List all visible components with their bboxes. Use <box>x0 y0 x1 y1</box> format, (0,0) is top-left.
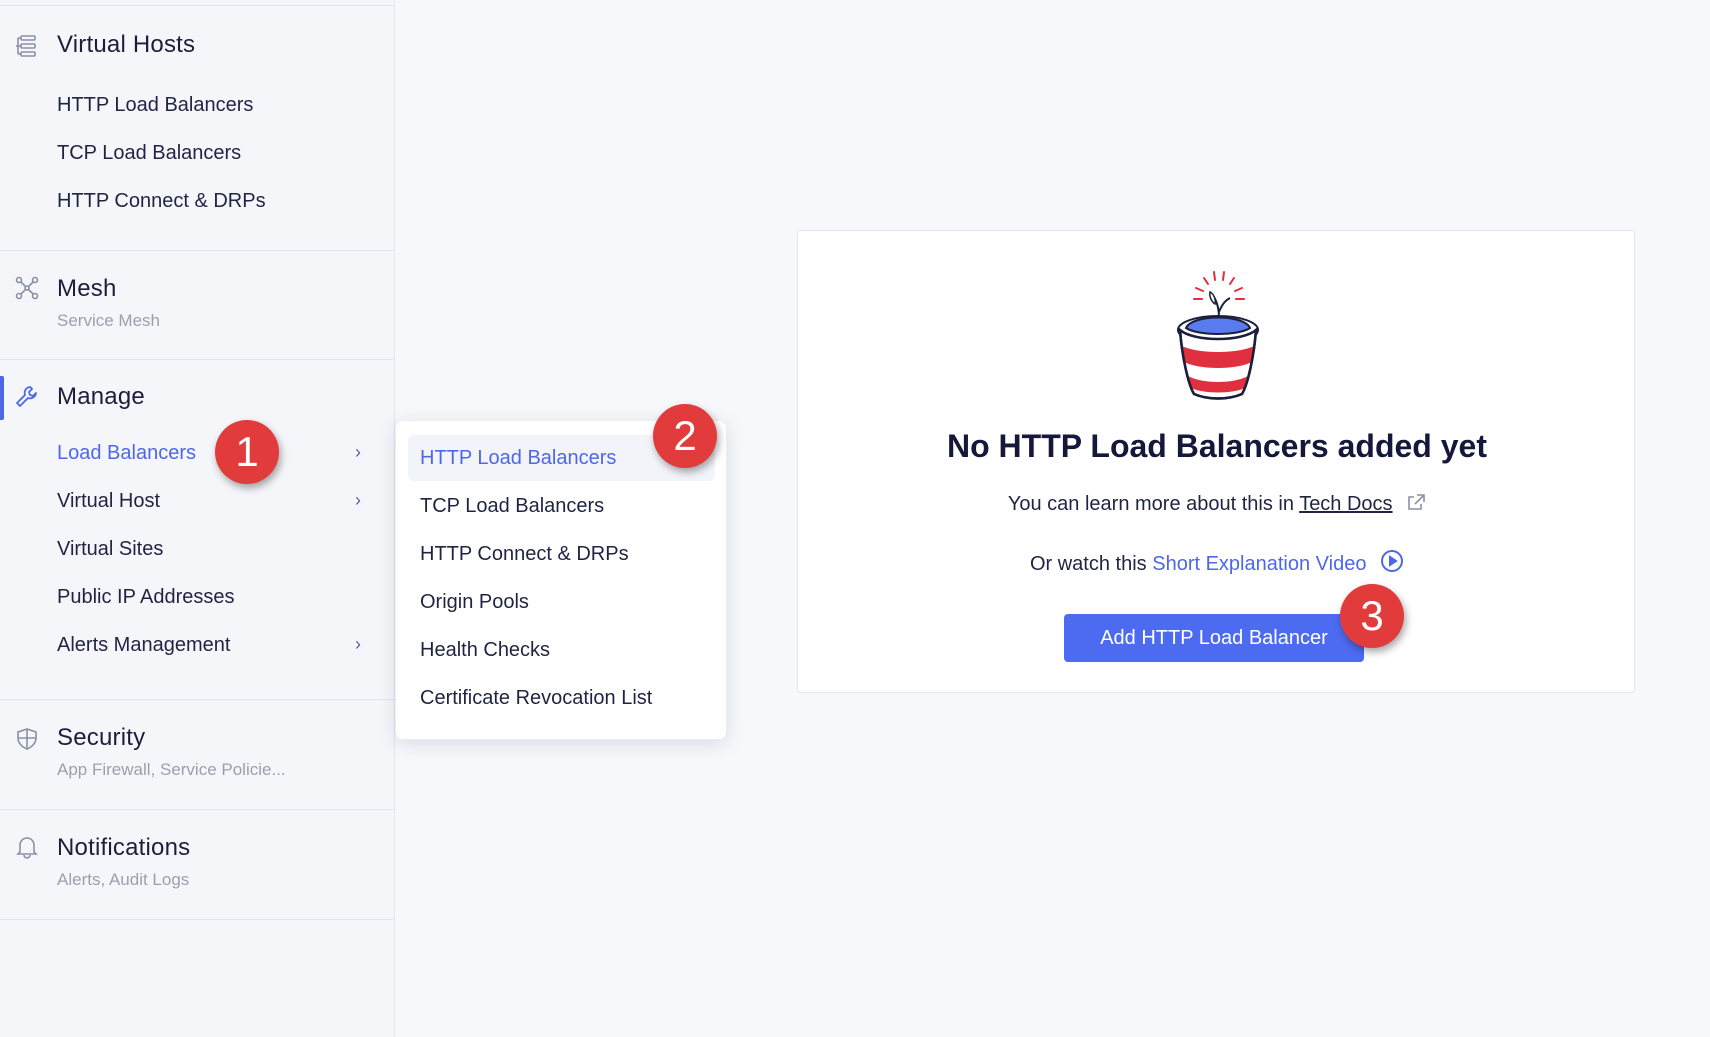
section-title-mesh: Mesh <box>57 275 117 302</box>
submenu-item-health-checks[interactable]: Health Checks <box>408 627 715 673</box>
sidebar-item-http-load-balancers[interactable]: HTTP Load Balancers <box>57 94 253 117</box>
wrench-icon <box>16 386 37 407</box>
plant-pot-illustration <box>1177 271 1259 400</box>
section-title-manage[interactable]: Manage <box>57 383 145 411</box>
sidebar-item-public-ip-addresses[interactable]: Public IP Addresses <box>57 586 235 609</box>
bell-icon <box>16 837 38 859</box>
mesh-icon <box>15 276 39 300</box>
callout-badge-1: 1 <box>215 420 279 484</box>
section-mesh[interactable]: Mesh Service Mesh <box>0 251 394 360</box>
empty-state-title: No HTTP Load Balancers added yet <box>947 428 1487 464</box>
section-security[interactable]: Security App Firewall, Service Policie..… <box>0 700 394 810</box>
active-indicator <box>0 376 4 420</box>
shield-icon <box>17 728 37 750</box>
chevron-right-icon[interactable]: › <box>355 634 361 655</box>
virtual-hosts-icon <box>16 35 36 57</box>
learn-more-text: You can learn more about this in Tech Do… <box>798 493 1636 516</box>
section-subtitle-notifications: Alerts, Audit Logs <box>57 870 190 889</box>
chevron-right-icon[interactable]: › <box>355 442 361 463</box>
add-http-load-balancer-button[interactable]: Add HTTP Load Balancer <box>1064 614 1364 662</box>
callout-badge-3: 3 <box>1340 584 1404 648</box>
submenu-item-certificate-revocation-list[interactable]: Certificate Revocation List <box>408 675 715 721</box>
explanation-video-link[interactable]: Short Explanation Video <box>1152 553 1366 575</box>
sidebar-item-load-balancers[interactable]: Load Balancers <box>57 442 196 465</box>
load-balancers-submenu: HTTP Load Balancers TCP Load Balancers H… <box>395 420 727 740</box>
section-title-notifications: Notifications <box>57 834 191 861</box>
sidebar-item-tcp-load-balancers[interactable]: TCP Load Balancers <box>57 142 241 165</box>
callout-badge-2: 2 <box>653 404 717 468</box>
submenu-item-http-connect-drps[interactable]: HTTP Connect & DRPs <box>408 531 715 577</box>
empty-state-card: No HTTP Load Balancers added yet You can… <box>797 230 1635 693</box>
learn-more-prefix: You can learn more about this in <box>1007 493 1300 515</box>
section-subtitle-mesh: Service Mesh <box>57 311 160 330</box>
section-notifications[interactable]: Notifications Alerts, Audit Logs <box>0 810 394 920</box>
sidebar-item-alerts-management[interactable]: Alerts Management <box>57 634 230 657</box>
sidebar-item-virtual-sites[interactable]: Virtual Sites <box>57 538 163 561</box>
chevron-right-icon[interactable]: › <box>355 490 361 511</box>
external-link-icon[interactable] <box>1406 493 1426 513</box>
sidebar-item-virtual-host[interactable]: Virtual Host <box>57 490 160 513</box>
section-subtitle-security: App Firewall, Service Policie... <box>57 760 286 779</box>
section-title-virtual-hosts[interactable]: Virtual Hosts <box>57 31 195 59</box>
submenu-item-origin-pools[interactable]: Origin Pools <box>408 579 715 625</box>
submenu-item-tcp-load-balancers[interactable]: TCP Load Balancers <box>408 483 715 529</box>
watch-video-text: Or watch this Short Explanation Video <box>798 549 1636 576</box>
section-manage: Manage Load Balancers › Virtual Host › V… <box>0 360 394 700</box>
sidebar: Virtual Hosts HTTP Load Balancers TCP Lo… <box>0 0 395 1037</box>
section-title-security: Security <box>57 724 146 751</box>
sidebar-item-http-connect-drps[interactable]: HTTP Connect & DRPs <box>57 190 266 213</box>
watch-prefix: Or watch this <box>1029 553 1153 575</box>
tech-docs-link[interactable]: Tech Docs <box>1299 493 1392 515</box>
play-circle-icon[interactable] <box>1380 549 1404 573</box>
section-virtual-hosts: Virtual Hosts HTTP Load Balancers TCP Lo… <box>0 0 394 251</box>
